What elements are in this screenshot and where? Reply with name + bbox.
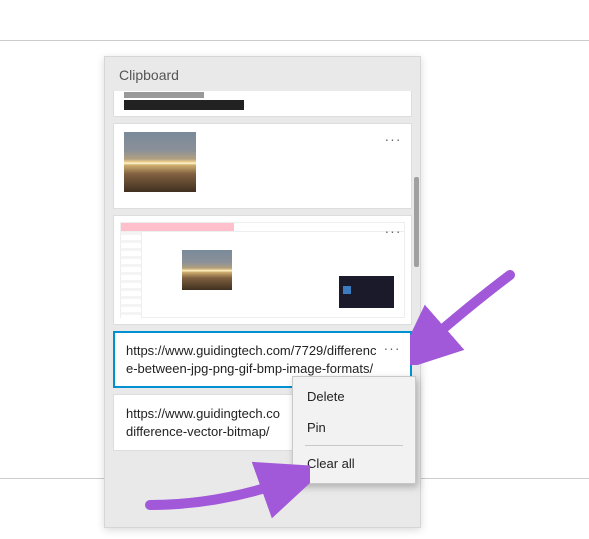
menu-pin[interactable]: Pin [293, 412, 415, 443]
menu-clear-all[interactable]: Clear all [293, 448, 415, 479]
context-menu: Delete Pin Clear all [292, 376, 416, 484]
scrollbar-thumb[interactable] [414, 177, 419, 267]
menu-delete[interactable]: Delete [293, 381, 415, 412]
screenshot-thumbnail [120, 222, 405, 318]
panel-title: Clipboard [105, 57, 420, 91]
image-thumbnail [124, 132, 196, 192]
clipboard-entry[interactable]: ··· [113, 215, 412, 325]
clipboard-entry[interactable] [113, 91, 412, 117]
clipboard-entry[interactable]: ··· [113, 123, 412, 209]
menu-separator [305, 445, 403, 446]
arrow-annotation [410, 265, 520, 365]
thumbnail-strip [124, 100, 244, 110]
more-icon[interactable]: ··· [380, 339, 404, 357]
more-icon[interactable]: ··· [381, 130, 405, 148]
more-icon[interactable]: ··· [381, 222, 405, 240]
clipboard-text: https://www.guidingtech.co difference-ve… [126, 406, 280, 439]
clipboard-text: https://www.guidingtech.com/7729/differe… [126, 343, 377, 376]
